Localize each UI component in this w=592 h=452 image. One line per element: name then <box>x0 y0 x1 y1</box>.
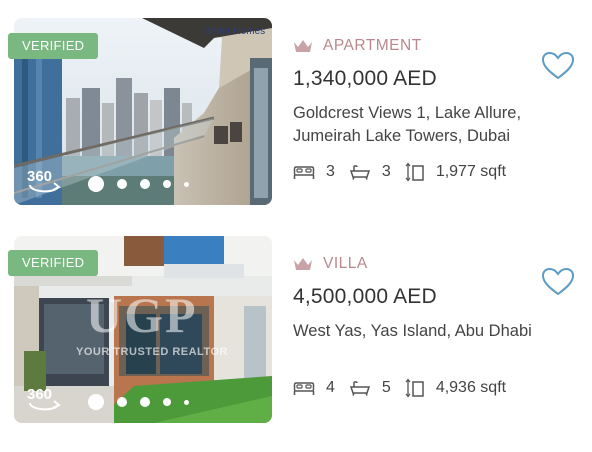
carousel-dots[interactable] <box>88 175 189 193</box>
crown-icon <box>294 258 312 270</box>
tour-360-icon[interactable]: 360 <box>24 165 64 197</box>
watermark-tagline: YOUR TRUSTED REALTOR <box>76 346 228 358</box>
carousel-dot[interactable] <box>117 179 127 189</box>
listing-address: Goldcrest Views 1, Lake Allure, Jumeirah… <box>293 104 522 145</box>
area-icon <box>405 378 424 398</box>
carousel-dot[interactable] <box>163 180 171 188</box>
carousel-dots[interactable] <box>88 393 189 411</box>
property-type-row: VILLA <box>293 255 368 273</box>
tour-360-label: 360 <box>27 386 53 403</box>
carousel-dot[interactable] <box>184 399 189 405</box>
bed-icon <box>293 166 315 179</box>
property-type-row: APARTMENT <box>293 37 422 55</box>
heart-icon[interactable] <box>541 51 575 81</box>
photo-agency-text: Better Homes <box>204 26 266 37</box>
verified-badge: VERIFIED <box>8 33 99 59</box>
area: 1,977 sqft <box>405 162 506 182</box>
heart-icon[interactable] <box>541 267 575 297</box>
area: 4,936 sqft <box>405 378 506 398</box>
crown-icon <box>294 40 312 52</box>
tour-360-icon[interactable]: 360 <box>24 383 64 415</box>
carousel-dot[interactable] <box>140 179 150 189</box>
listing-price: 1,340,000 AED <box>293 67 437 90</box>
carousel-dot[interactable] <box>184 181 189 187</box>
carousel-dot[interactable] <box>140 397 150 407</box>
area-size: 4,936 sqft <box>435 379 507 396</box>
property-type: VILLA <box>323 255 368 272</box>
listing-price: 4,500,000 AED <box>293 285 437 308</box>
bedroom-count: 3 <box>326 163 335 180</box>
watermark-logo: UGP <box>86 287 198 343</box>
area-icon <box>405 162 424 182</box>
bath-icon <box>349 165 370 180</box>
bath-icon <box>349 381 370 396</box>
carousel-dot-active[interactable] <box>88 394 104 410</box>
carousel-dot[interactable] <box>163 398 171 406</box>
bedrooms: 3 <box>293 163 335 181</box>
listing-address: West Yas, Yas Island, Abu Dhabi <box>293 322 532 340</box>
listing-card[interactable]: UGP YOUR TRUSTED REALTOR 360 VERIFIED VI… <box>0 235 592 431</box>
listing-specs: 4 5 4,936 sqft <box>293 378 520 398</box>
bathrooms: 5 <box>349 379 391 397</box>
carousel-dot-active[interactable] <box>88 176 104 192</box>
listing-specs: 3 3 1,977 sqft <box>293 162 520 182</box>
bathroom-count: 3 <box>381 163 391 180</box>
bedrooms: 4 <box>293 379 335 397</box>
bathroom-count: 5 <box>381 379 391 396</box>
area-size: 1,977 sqft <box>435 163 507 180</box>
verified-badge: VERIFIED <box>8 250 99 276</box>
bedroom-count: 4 <box>326 379 335 396</box>
listing-card[interactable]: Better Homes 360 VERIFIED APARTMENT 1,34… <box>0 17 592 213</box>
tour-360-label: 360 <box>27 168 53 185</box>
carousel-dot[interactable] <box>117 397 127 407</box>
bathrooms: 3 <box>349 163 391 181</box>
bed-icon <box>293 382 315 395</box>
property-type: APARTMENT <box>323 37 422 54</box>
